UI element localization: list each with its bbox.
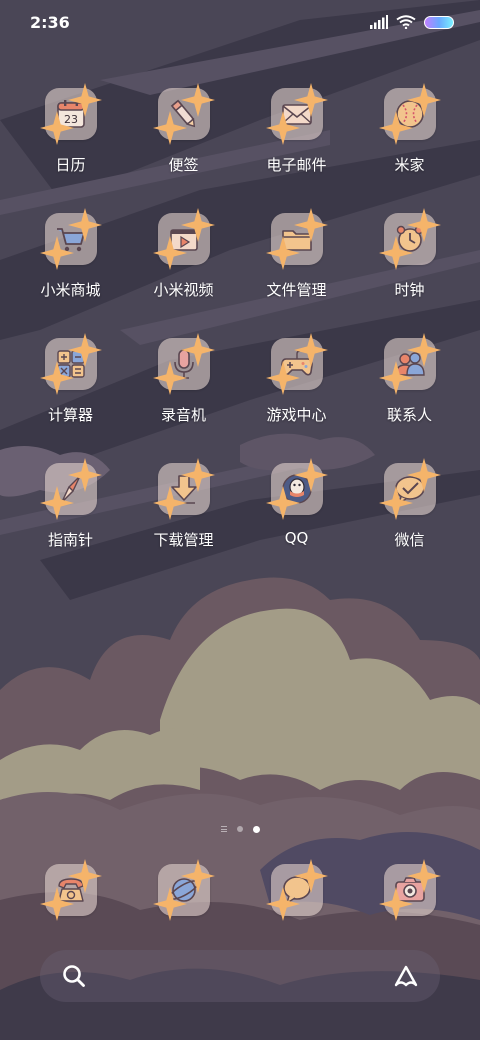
sparkle-icon xyxy=(265,361,300,395)
app-label: 联系人 xyxy=(386,406,432,424)
search-icon[interactable] xyxy=(60,962,88,990)
sparkle-icon xyxy=(265,236,300,270)
status-icons xyxy=(370,15,454,29)
app-label: 小米商城 xyxy=(40,281,101,299)
app-label: 时钟 xyxy=(394,281,425,299)
signal-icon xyxy=(370,15,388,29)
app-calendar[interactable]: 23 日历 xyxy=(14,83,127,213)
sparkle-icon xyxy=(265,111,300,145)
app-contacts[interactable]: 联系人 xyxy=(353,333,466,463)
app-icon-tile xyxy=(378,458,441,520)
app-label: 指南针 xyxy=(47,531,93,549)
app-mijia[interactable]: 米家 xyxy=(353,83,466,213)
app-icon-tile xyxy=(152,83,215,145)
app-label: 文件管理 xyxy=(266,281,327,299)
app-icon-tile xyxy=(378,859,441,921)
app-clock[interactable]: 时钟 xyxy=(353,208,466,338)
app-label: 米家 xyxy=(394,156,425,174)
app-icon-tile xyxy=(39,208,102,270)
app-label: 微信 xyxy=(394,531,425,549)
app-label: QQ xyxy=(284,529,309,547)
sparkle-icon xyxy=(265,486,300,520)
app-icon-tile xyxy=(39,859,102,921)
app-mi-store[interactable]: 小米商城 xyxy=(14,208,127,338)
sparkle-icon xyxy=(39,361,74,395)
battery-icon xyxy=(424,15,454,29)
app-icon-tile xyxy=(152,333,215,395)
app-notes[interactable]: 便签 xyxy=(127,83,240,213)
page-dot[interactable] xyxy=(236,826,243,832)
sparkle-icon xyxy=(152,486,187,520)
sparkle-icon xyxy=(378,486,413,520)
page-indicator[interactable] xyxy=(0,822,480,836)
status-time: 2:36 xyxy=(30,12,70,32)
app-qq[interactable]: QQ xyxy=(240,458,353,588)
app-icon-tile xyxy=(378,333,441,395)
app-label: 小米视频 xyxy=(153,281,214,299)
sparkle-icon xyxy=(152,361,187,395)
sparkle-icon xyxy=(39,111,74,145)
dock-phone[interactable] xyxy=(14,859,127,921)
app-icon-tile xyxy=(265,458,328,520)
dock-messages[interactable] xyxy=(240,859,353,921)
app-icon-tile xyxy=(378,208,441,270)
app-label: 录音机 xyxy=(160,406,206,424)
app-downloads[interactable]: 下载管理 xyxy=(127,458,240,588)
assistant-icon[interactable] xyxy=(392,962,420,990)
dock-browser[interactable] xyxy=(127,859,240,921)
app-label: 电子邮件 xyxy=(266,156,327,174)
app-icon-tile xyxy=(152,859,215,921)
app-icon-tile xyxy=(265,859,328,921)
home-app-grid: 23 日历 便签 电子邮件 米家 小米商城 小米视频 文件管理 时钟 计算器 录… xyxy=(14,83,466,588)
app-icon-tile xyxy=(152,458,215,520)
page-dot-active[interactable] xyxy=(252,825,260,833)
app-label: 游戏中心 xyxy=(266,406,327,424)
sparkle-icon xyxy=(378,236,413,270)
wifi-icon xyxy=(396,15,416,29)
sparkle-icon xyxy=(378,111,413,145)
dock-camera[interactable] xyxy=(353,859,466,921)
app-game-center[interactable]: 游戏中心 xyxy=(240,333,353,463)
sparkle-icon xyxy=(378,361,413,395)
sparkle-icon xyxy=(152,111,187,145)
status-bar: 2:36 xyxy=(0,0,480,44)
app-email[interactable]: 电子邮件 xyxy=(240,83,353,213)
app-icon-tile xyxy=(39,333,102,395)
app-icon-tile xyxy=(265,333,328,395)
app-label: 便签 xyxy=(168,156,199,174)
app-file-manager[interactable]: 文件管理 xyxy=(240,208,353,338)
sparkle-icon xyxy=(152,236,187,270)
page-dot-menu[interactable] xyxy=(220,826,227,832)
sparkle-icon xyxy=(152,887,187,921)
app-icon-tile xyxy=(378,83,441,145)
app-calculator[interactable]: 计算器 xyxy=(14,333,127,463)
app-icon-tile xyxy=(265,208,328,270)
app-icon-tile xyxy=(265,83,328,145)
sparkle-icon xyxy=(39,887,74,921)
app-recorder[interactable]: 录音机 xyxy=(127,333,240,463)
app-icon-tile: 23 xyxy=(39,83,102,145)
app-icon-tile xyxy=(39,458,102,520)
app-label: 日历 xyxy=(55,156,86,174)
sparkle-icon xyxy=(39,486,74,520)
dock xyxy=(14,859,466,921)
sparkle-icon xyxy=(378,887,413,921)
sparkle-icon xyxy=(265,887,300,921)
app-mi-video[interactable]: 小米视频 xyxy=(127,208,240,338)
app-icon-tile xyxy=(152,208,215,270)
search-bar[interactable] xyxy=(40,950,440,1002)
app-label: 下载管理 xyxy=(153,531,214,549)
app-label: 计算器 xyxy=(47,406,93,424)
app-wechat[interactable]: 微信 xyxy=(353,458,466,588)
sparkle-icon xyxy=(39,236,74,270)
app-compass[interactable]: 指南针 xyxy=(14,458,127,588)
